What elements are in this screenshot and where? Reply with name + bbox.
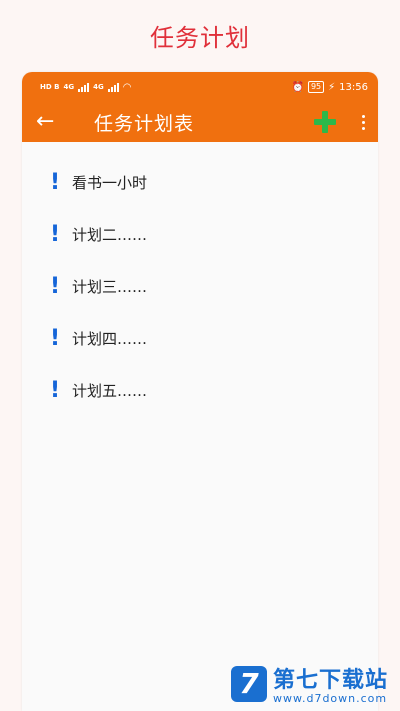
app-title: 任务计划表 (94, 112, 195, 135)
task-item[interactable]: ! 计划五…… (22, 364, 378, 416)
status-time: 13:56 (339, 81, 368, 93)
watermark-text: 第七下载站 www.d7down.com (273, 662, 388, 705)
status-bar: HD B 4G 4G ◠ ⏰ 95 ⚡ 13:56 (22, 72, 378, 102)
phone-screen: HD B 4G 4G ◠ ⏰ 95 ⚡ 13:56 ← 任务计划表 ! 看书一小… (22, 72, 378, 711)
arrow-left-icon[interactable]: ← (36, 111, 70, 133)
net1-label: 4G (63, 83, 75, 91)
battery-indicator: 95 (307, 81, 325, 93)
task-label: 计划三…… (72, 277, 148, 296)
task-item[interactable]: ! 看书一小时 (22, 156, 378, 208)
watermark-name: 第七下载站 (272, 668, 388, 693)
watermark-url: www.d7down.com (272, 692, 388, 705)
signal-icon (78, 82, 90, 92)
bolt-icon: ⚡ (328, 81, 336, 93)
exclamation-icon: ! (50, 221, 61, 247)
task-item[interactable]: ! 计划三…… (22, 260, 378, 312)
exclamation-icon: ! (50, 325, 61, 351)
net2-label: 4G (93, 83, 104, 91)
exclamation-icon: ! (50, 377, 61, 403)
watermark: 7 第七下载站 www.d7down.com (230, 662, 388, 705)
status-right: ⏰ 95 ⚡ 13:56 (291, 81, 368, 93)
task-label: 计划五…… (72, 381, 148, 400)
task-label: 看书一小时 (72, 173, 148, 192)
more-vertical-icon[interactable] (360, 114, 366, 130)
task-label: 计划四…… (72, 329, 148, 348)
status-left: HD B 4G 4G ◠ (40, 82, 131, 93)
task-list: ! 看书一小时 ! 计划二…… ! 计划三…… ! 计划四…… ! 计划五…… (22, 142, 378, 416)
exclamation-icon: ! (50, 273, 61, 299)
task-label: 计划二…… (72, 225, 148, 244)
promo-title: 任务计划 (150, 24, 250, 52)
watermark-logo: 7 (230, 665, 267, 702)
signal-icon-2 (107, 82, 119, 92)
plus-icon[interactable] (314, 111, 336, 133)
sim1-label: HD B (40, 83, 60, 91)
wifi-icon: ◠ (122, 81, 132, 93)
exclamation-icon: ! (50, 169, 61, 195)
task-item[interactable]: ! 计划二…… (22, 208, 378, 260)
alarm-icon: ⏰ (291, 81, 304, 93)
task-item[interactable]: ! 计划四…… (22, 312, 378, 364)
app-bar: ← 任务计划表 (22, 102, 378, 142)
